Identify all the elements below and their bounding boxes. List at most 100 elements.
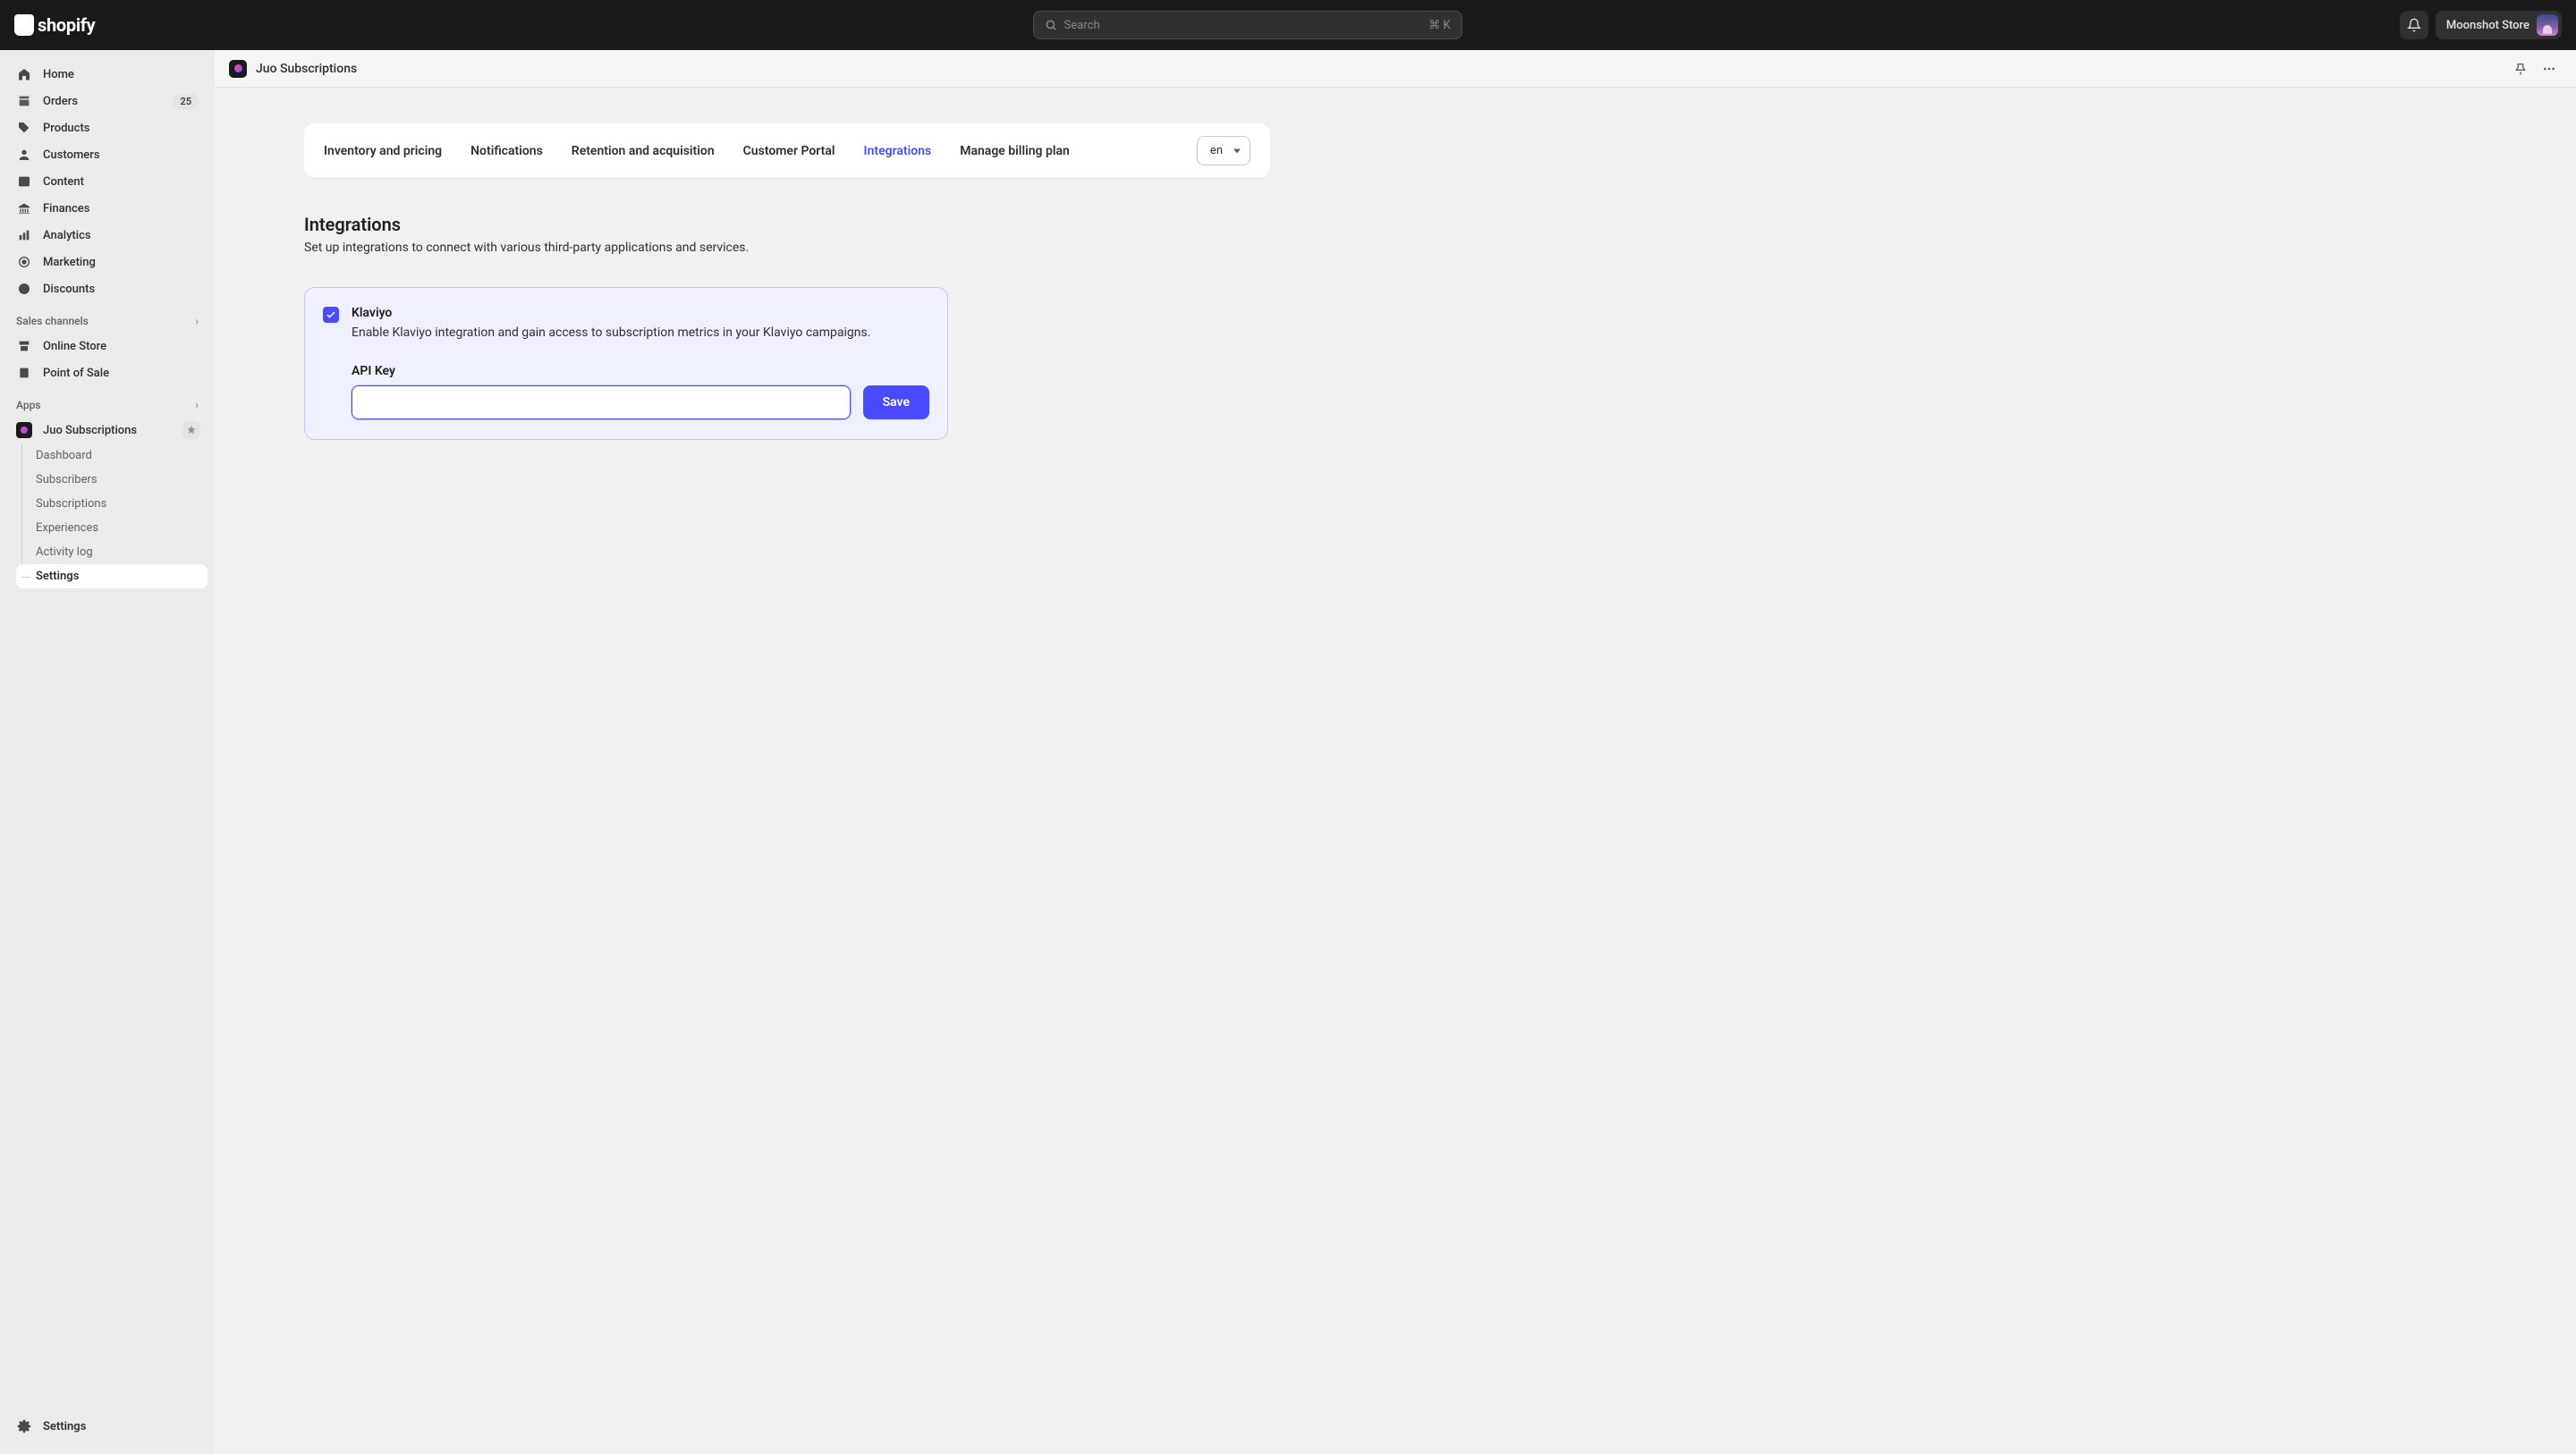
notifications-button[interactable] <box>2400 11 2428 39</box>
sidebar: Home Orders 25 Products Customers Conten… <box>0 50 215 1454</box>
sidebar-item-settings[interactable]: Settings <box>7 1413 208 1440</box>
check-icon <box>326 309 336 320</box>
page-header-actions <box>2508 56 2562 81</box>
subnav-label: Dashboard <box>36 449 92 462</box>
apps-nav: Juo Subscriptions <box>0 417 215 444</box>
sidebar-item-marketing[interactable]: Marketing <box>7 249 208 275</box>
integration-text: Klaviyo Enable Klaviyo integration and g… <box>352 306 870 342</box>
nav-label: Products <box>43 122 89 135</box>
sidebar-item-products[interactable]: Products <box>7 114 208 141</box>
orders-badge: 25 <box>173 94 199 109</box>
tab-inventory-pricing[interactable]: Inventory and pricing <box>324 139 442 164</box>
klaviyo-enable-checkbox[interactable] <box>323 307 339 323</box>
orders-icon <box>16 93 32 109</box>
tab-integrations[interactable]: Integrations <box>864 139 932 164</box>
sidebar-item-online-store[interactable]: Online Store <box>7 333 208 359</box>
section-description: Set up integrations to connect with vari… <box>304 241 1270 255</box>
subnav-label: Subscriptions <box>36 497 106 511</box>
tab-label: Notifications <box>470 144 543 158</box>
section-apps[interactable]: Apps › <box>0 386 215 417</box>
pin-button[interactable] <box>182 421 200 439</box>
content-wrap: Inventory and pricing Notifications Rete… <box>250 88 1324 476</box>
sidebar-item-customers[interactable]: Customers <box>7 141 208 168</box>
target-icon <box>16 254 32 270</box>
tab-manage-billing-plan[interactable]: Manage billing plan <box>960 139 1070 164</box>
language-value: en <box>1210 144 1223 157</box>
nav-label: Analytics <box>43 229 91 242</box>
topbar-center: Search ⌘ K <box>95 11 2399 39</box>
section-label: Apps <box>16 399 41 411</box>
section-label: Sales channels <box>16 315 89 327</box>
main-content: Juo Subscriptions Inventory and pricing … <box>215 50 2576 1454</box>
chart-icon <box>16 227 32 243</box>
tab-customer-portal[interactable]: Customer Portal <box>743 139 835 164</box>
subnav-experiences[interactable]: Experiences <box>16 516 208 540</box>
tab-label: Retention and acquisition <box>572 144 715 158</box>
tab-label: Customer Portal <box>743 144 835 158</box>
sidebar-footer: Settings <box>0 1413 215 1443</box>
top-bar: shopify Search ⌘ K Moonshot Store <box>0 0 2576 50</box>
chevron-right-icon: › <box>195 315 199 327</box>
section-title: Integrations <box>304 214 1270 235</box>
nav-label: Online Store <box>43 340 106 353</box>
sidebar-item-discounts[interactable]: Discounts <box>7 275 208 302</box>
subnav-subscribers[interactable]: Subscribers <box>16 468 208 492</box>
sidebar-item-home[interactable]: Home <box>7 61 208 88</box>
save-button[interactable]: Save <box>863 385 929 419</box>
store-switcher[interactable]: Moonshot Store <box>2436 11 2562 39</box>
sidebar-item-analytics[interactable]: Analytics <box>7 222 208 249</box>
topbar-right: Moonshot Store <box>2400 11 2562 39</box>
nav-label: Orders <box>43 95 78 108</box>
integration-description: Enable Klaviyo integration and gain acce… <box>352 324 870 342</box>
subnav-subscriptions[interactable]: Subscriptions <box>16 492 208 516</box>
nav-label: Home <box>43 68 74 81</box>
integration-header: Klaviyo Enable Klaviyo integration and g… <box>323 306 929 342</box>
pin-icon <box>186 425 197 435</box>
tab-label: Integrations <box>864 144 932 158</box>
integration-card-klaviyo: Klaviyo Enable Klaviyo integration and g… <box>304 287 948 440</box>
api-key-input[interactable] <box>352 385 851 419</box>
search-icon <box>1045 19 1057 31</box>
settings-tabs: Inventory and pricing Notifications Rete… <box>304 123 1270 178</box>
sidebar-item-orders[interactable]: Orders 25 <box>7 88 208 114</box>
section-sales-channels[interactable]: Sales channels › <box>0 302 215 333</box>
subnav-label: Subscribers <box>36 473 97 486</box>
nav-label: Settings <box>43 1420 86 1433</box>
search-input[interactable]: Search ⌘ K <box>1033 11 1462 39</box>
language-select[interactable]: en <box>1197 136 1250 165</box>
pin-page-button[interactable] <box>2508 56 2533 81</box>
sidebar-item-juo-subscriptions[interactable]: Juo Subscriptions <box>7 417 208 444</box>
subnav-settings[interactable]: Settings <box>16 564 208 588</box>
app-subnav: Dashboard Subscribers Subscriptions Expe… <box>0 444 215 588</box>
tag-icon <box>16 120 32 136</box>
gear-icon <box>16 1418 32 1434</box>
discount-icon <box>16 281 32 297</box>
sidebar-item-finances[interactable]: Finances <box>7 195 208 222</box>
sidebar-item-point-of-sale[interactable]: Point of Sale <box>7 359 208 386</box>
save-label: Save <box>883 395 910 410</box>
logo[interactable]: shopify <box>14 14 95 36</box>
primary-nav: Home Orders 25 Products Customers Conten… <box>0 61 215 302</box>
sidebar-item-content[interactable]: Content <box>7 168 208 195</box>
nav-label: Discounts <box>43 283 95 296</box>
image-icon <box>16 173 32 190</box>
subnav-label: Experiences <box>36 521 98 535</box>
juo-app-icon <box>16 422 32 438</box>
tab-notifications[interactable]: Notifications <box>470 139 543 164</box>
nav-label: Content <box>43 175 84 189</box>
home-icon <box>16 66 32 82</box>
bank-icon <box>16 200 32 216</box>
tab-label: Inventory and pricing <box>324 144 442 158</box>
tab-retention-acquisition[interactable]: Retention and acquisition <box>572 139 715 164</box>
subnav-label: Settings <box>36 570 79 583</box>
nav-label: Customers <box>43 148 100 162</box>
subnav-activity-log[interactable]: Activity log <box>16 540 208 564</box>
nav-label: Marketing <box>43 256 96 269</box>
more-actions-button[interactable] <box>2537 56 2562 81</box>
subnav-dashboard[interactable]: Dashboard <box>16 444 208 468</box>
nav-label: Finances <box>43 202 89 216</box>
page-header: Juo Subscriptions <box>215 50 2576 88</box>
page-title: Juo Subscriptions <box>256 62 357 76</box>
more-horizontal-icon <box>2542 62 2556 76</box>
store-icon <box>16 338 32 354</box>
